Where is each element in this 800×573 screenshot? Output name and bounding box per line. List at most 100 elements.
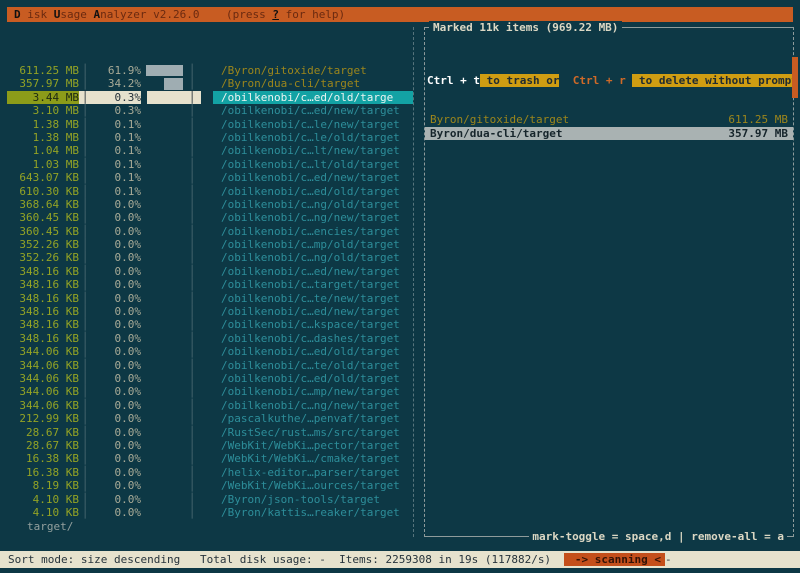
file-row[interactable]: 348.16 KB│0.0%│/obilkenobi/c…kspace/targ… bbox=[7, 318, 413, 331]
file-size: 4.10 KB bbox=[7, 493, 79, 506]
file-percent: 0.0% bbox=[91, 332, 141, 345]
file-path: /WebKit/WebKi…ources/target bbox=[213, 479, 413, 492]
file-row[interactable]: 212.99 KB│0.0%│/pascalkuthe/…penvaf/targ… bbox=[7, 412, 413, 425]
file-size: 28.67 KB bbox=[7, 439, 79, 452]
file-row[interactable]: 1.03 MB│0.1%│/obilkenobi/c…lt/old/target bbox=[7, 158, 413, 171]
file-row[interactable]: 1.38 MB│0.1%│/obilkenobi/c…le/new/target bbox=[7, 118, 413, 131]
file-row[interactable]: 348.16 KB│0.0%│/obilkenobi/c…target/targ… bbox=[7, 278, 413, 291]
file-row[interactable]: 4.10 KB│0.0%│/Byron/json-tools/target bbox=[7, 493, 413, 506]
file-percent: 0.0% bbox=[91, 385, 141, 398]
usage-bar bbox=[147, 64, 183, 77]
file-percent: 0.3% bbox=[91, 91, 141, 104]
file-size: 360.45 KB bbox=[7, 225, 79, 238]
file-percent: 0.0% bbox=[91, 506, 141, 519]
file-row[interactable]: 360.45 KB│0.0%│/obilkenobi/c…encies/targ… bbox=[7, 225, 413, 238]
file-percent: 61.9% bbox=[91, 64, 141, 77]
marked-row[interactable]: Byron/dua-cli/target357.97 MB bbox=[425, 127, 793, 140]
file-row[interactable]: 368.64 KB│0.0%│/obilkenobi/c…ng/old/targ… bbox=[7, 198, 413, 211]
marked-row[interactable]: Byron/gitoxide/target611.25 MB bbox=[425, 113, 793, 126]
file-path: /obilkenobi/c…lt/old/target bbox=[213, 158, 413, 171]
scanning-indicator: -> scanning < bbox=[564, 553, 665, 566]
help-hint-tail: for help) bbox=[279, 8, 345, 21]
column-separator: │ bbox=[183, 385, 201, 398]
file-size: 8.19 KB bbox=[7, 479, 79, 492]
file-path: /Byron/json-tools/target bbox=[213, 493, 413, 506]
file-row[interactable]: 344.06 KB│0.0%│/obilkenobi/c…ng/new/targ… bbox=[7, 399, 413, 412]
file-row[interactable]: 643.07 KB│0.1%│/obilkenobi/c…ed/new/targ… bbox=[7, 171, 413, 184]
file-percent: 0.1% bbox=[91, 158, 141, 171]
usage-bar bbox=[147, 265, 183, 278]
marked-panel-key-hints: Ctrl + t to trash or Ctrl + r to delete … bbox=[425, 74, 793, 87]
title-gap bbox=[199, 8, 226, 21]
file-percent: 0.0% bbox=[91, 292, 141, 305]
column-separator: │ bbox=[79, 452, 91, 465]
column-separator: │ bbox=[79, 131, 91, 144]
file-row[interactable]: 352.26 KB│0.0%│/obilkenobi/c…ng/old/targ… bbox=[7, 251, 413, 264]
file-row[interactable]: 348.16 KB│0.0%│/obilkenobi/c…te/new/targ… bbox=[7, 292, 413, 305]
column-separator: │ bbox=[183, 479, 201, 492]
delete-hint: to delete without prompt bbox=[632, 74, 793, 87]
file-size: 348.16 KB bbox=[7, 278, 79, 291]
file-row[interactable]: 28.67 KB│0.0%│/WebKit/WebKi…pector/targe… bbox=[7, 439, 413, 452]
file-row[interactable]: 3.10 MB│0.3%│/obilkenobi/c…ed/new/target bbox=[7, 104, 413, 117]
column-separator: │ bbox=[183, 265, 201, 278]
column-separator: │ bbox=[183, 278, 201, 291]
file-row[interactable]: 28.67 KB│0.0%│/RustSec/rust…ms/src/targe… bbox=[7, 426, 413, 439]
file-percent: 0.1% bbox=[91, 131, 141, 144]
file-row[interactable]: 1.38 MB│0.1%│/obilkenobi/c…le/old/target bbox=[7, 131, 413, 144]
file-row[interactable]: 348.16 KB│0.0%│/obilkenobi/c…ed/new/targ… bbox=[7, 265, 413, 278]
file-row[interactable]: 3.44 MB│0.3%│/obilkenobi/c…ed/old/targe bbox=[7, 91, 413, 104]
file-row[interactable]: 611.25 MB│61.9%│/Byron/gitoxide/target bbox=[7, 64, 413, 77]
file-row[interactable]: 344.06 KB│0.0%│/obilkenobi/c…te/old/targ… bbox=[7, 359, 413, 372]
file-size: 1.38 MB bbox=[7, 131, 79, 144]
file-path: /obilkenobi/c…le/old/target bbox=[213, 131, 413, 144]
file-path: /helix-editor…parser/target bbox=[213, 466, 413, 479]
file-row[interactable]: 610.30 KB│0.1%│/obilkenobi/c…ed/old/targ… bbox=[7, 185, 413, 198]
file-row[interactable]: 348.16 KB│0.0%│/obilkenobi/c…dashes/targ… bbox=[7, 332, 413, 345]
column-separator: │ bbox=[79, 158, 91, 171]
file-percent: 0.0% bbox=[91, 278, 141, 291]
file-row[interactable]: 16.38 KB│0.0%│/WebKit/WebKi…/cmake/targe… bbox=[7, 452, 413, 465]
file-percent: 0.0% bbox=[91, 318, 141, 331]
usage-bar bbox=[147, 278, 183, 291]
terminal-screen: D isk Usage Analyzer v2.26.0 (press ? fo… bbox=[0, 0, 800, 573]
usage-bar bbox=[147, 385, 183, 398]
file-size: 348.16 KB bbox=[7, 305, 79, 318]
entries-pane: 611.25 MB│61.9%│/Byron/gitoxide/target35… bbox=[7, 27, 414, 537]
file-percent: 0.1% bbox=[91, 144, 141, 157]
file-row[interactable]: 16.38 KB│0.0%│/helix-editor…parser/targe… bbox=[7, 466, 413, 479]
file-row[interactable]: 1.04 MB│0.1%│/obilkenobi/c…lt/new/target bbox=[7, 144, 413, 157]
file-row[interactable]: 344.06 KB│0.0%│/obilkenobi/c…ed/old/targ… bbox=[7, 372, 413, 385]
file-row[interactable]: 352.26 KB│0.0%│/obilkenobi/c…mp/old/targ… bbox=[7, 238, 413, 251]
column-separator: │ bbox=[79, 426, 91, 439]
file-row[interactable]: 4.10 KB│0.0%│/Byron/kattis…reaker/target bbox=[7, 506, 413, 519]
column-separator: │ bbox=[79, 372, 91, 385]
file-path: /obilkenobi/c…ed/old/target bbox=[213, 372, 413, 385]
file-row[interactable]: 348.16 KB│0.0%│/obilkenobi/c…ed/new/targ… bbox=[7, 305, 413, 318]
usage-bar bbox=[147, 439, 183, 452]
usage-bar bbox=[147, 91, 183, 104]
scrollbar-thumb[interactable] bbox=[792, 57, 798, 98]
usage-bar bbox=[147, 144, 183, 157]
file-row[interactable]: 8.19 KB│0.0%│/WebKit/WebKi…ources/target bbox=[7, 479, 413, 492]
file-row[interactable]: 360.45 KB│0.0%│/obilkenobi/c…ng/new/targ… bbox=[7, 211, 413, 224]
usage-bar bbox=[147, 412, 183, 425]
file-path: /obilkenobi/c…kspace/target bbox=[213, 318, 413, 331]
column-separator: │ bbox=[79, 318, 91, 331]
file-size: 357.97 MB bbox=[7, 77, 79, 90]
file-row[interactable]: 357.97 MB│34.2%│/Byron/dua-cli/target bbox=[7, 77, 413, 90]
file-percent: 0.0% bbox=[91, 198, 141, 211]
file-row[interactable]: 344.06 KB│0.0%│/obilkenobi/c…mp/new/targ… bbox=[7, 385, 413, 398]
file-size: 643.07 KB bbox=[7, 171, 79, 184]
file-percent: 0.3% bbox=[91, 104, 141, 117]
file-size: 352.26 KB bbox=[7, 251, 79, 264]
column-separator: │ bbox=[79, 238, 91, 251]
usage-bar bbox=[147, 493, 183, 506]
column-separator: │ bbox=[79, 64, 91, 77]
file-path: /pascalkuthe/…penvaf/target bbox=[213, 412, 413, 425]
help-hint: (press bbox=[226, 8, 272, 21]
file-size: 352.26 KB bbox=[7, 238, 79, 251]
usage-bar bbox=[147, 211, 183, 224]
file-percent: 0.0% bbox=[91, 211, 141, 224]
file-row[interactable]: 344.06 KB│0.0%│/obilkenobi/c…ed/old/targ… bbox=[7, 345, 413, 358]
